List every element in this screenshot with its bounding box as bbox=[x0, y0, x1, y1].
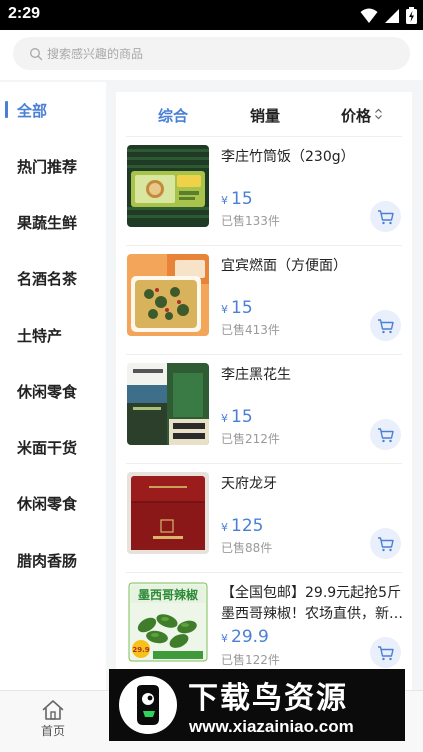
product-price: ¥125 bbox=[221, 516, 263, 536]
sidebar-item-rice-noodles[interactable]: 米面干货 bbox=[0, 419, 106, 475]
sort-tab-comprehensive[interactable]: 综合 bbox=[158, 105, 188, 126]
sidebar-item-label: 全部 bbox=[17, 101, 48, 120]
status-bar: 2:29 bbox=[0, 0, 423, 30]
price-amount: 29.9 bbox=[231, 627, 269, 647]
currency-symbol: ¥ bbox=[221, 194, 228, 207]
product-image[interactable] bbox=[127, 254, 209, 336]
product-image[interactable] bbox=[127, 145, 209, 227]
product-panel: 综合 销量 价格 李庄竹筒饭（230g） ¥ 15 已售133件 宜宾燃面（方便… bbox=[116, 92, 412, 690]
status-time: 2:29 bbox=[8, 5, 41, 22]
price-amount: 15 bbox=[231, 407, 253, 427]
sort-tab-sales[interactable]: 销量 bbox=[250, 105, 280, 126]
sidebar-item-hot[interactable]: 热门推荐 bbox=[0, 138, 106, 194]
watermark-banner: 下载鸟资源 www.xiazainiao.com bbox=[109, 669, 405, 741]
product-price: ¥15 bbox=[221, 407, 253, 427]
signal-icon bbox=[385, 8, 399, 23]
sold-count: 已售122件 bbox=[221, 653, 280, 667]
nav-home-label: 首页 bbox=[40, 724, 65, 738]
product-image-title: 墨西哥辣椒 bbox=[138, 587, 199, 602]
currency-symbol: ¥ bbox=[221, 412, 228, 425]
sidebar-item-label: 米面干货 bbox=[17, 438, 78, 457]
cart-icon bbox=[377, 318, 394, 333]
product-name[interactable]: 天府龙牙 bbox=[221, 474, 405, 495]
battery-charging-icon bbox=[406, 7, 417, 24]
sidebar-item-cured-meat[interactable]: 腊肉香肠 bbox=[0, 532, 106, 588]
product-image[interactable]: 墨西哥辣椒 29.9 bbox=[127, 581, 209, 663]
cart-icon bbox=[377, 536, 394, 551]
add-to-cart-button[interactable] bbox=[370, 201, 401, 232]
product-card[interactable]: 天府龙牙 ¥125 已售88件 bbox=[116, 464, 412, 573]
status-icons bbox=[360, 7, 417, 24]
product-name[interactable]: 宜宾燃面（方便面） bbox=[221, 256, 405, 277]
wifi-icon bbox=[360, 8, 378, 23]
sidebar-item-label: 土特产 bbox=[17, 326, 63, 345]
search-input[interactable]: 搜索感兴趣的商品 bbox=[13, 37, 410, 70]
sold-count: 已售133件 bbox=[221, 214, 280, 228]
price-amount: 125 bbox=[231, 516, 264, 536]
watermark-url: www.xiazainiao.com bbox=[189, 717, 354, 736]
product-price: ¥15 bbox=[221, 298, 253, 318]
product-card[interactable]: 李庄竹筒饭（230g） ¥15 已售133件 bbox=[116, 137, 412, 246]
sidebar-item-local-specialty[interactable]: 土特产 bbox=[0, 307, 106, 363]
sort-tab-price[interactable]: 价格 bbox=[341, 105, 371, 126]
sidebar-item-snacks[interactable]: 休闲零食 bbox=[0, 363, 106, 419]
product-image-badge: 29.9 bbox=[132, 646, 149, 654]
search-icon bbox=[30, 47, 43, 60]
product-card[interactable]: 李庄黑花生 ¥15 已售212件 bbox=[116, 355, 412, 464]
sold-count: 已售212件 bbox=[221, 432, 280, 446]
product-image[interactable] bbox=[127, 363, 209, 445]
sidebar-item-label: 热门推荐 bbox=[17, 157, 78, 176]
search-placeholder: 搜索感兴趣的商品 bbox=[47, 47, 144, 61]
price-amount: 15 bbox=[231, 189, 253, 209]
search-header: 搜索感兴趣的商品 bbox=[0, 30, 423, 80]
product-price: ¥15 bbox=[221, 189, 253, 209]
sidebar-item-label: 休闲零食 bbox=[17, 382, 78, 401]
sidebar-item-label: 休闲零食 bbox=[17, 494, 78, 513]
product-price: ¥29.9 bbox=[221, 627, 269, 647]
product-card[interactable]: 宜宾燃面（方便面） ¥15 已售413件 bbox=[116, 246, 412, 355]
home-icon bbox=[42, 700, 64, 720]
add-to-cart-button[interactable] bbox=[370, 310, 401, 341]
add-to-cart-button[interactable] bbox=[370, 528, 401, 559]
sold-count: 已售88件 bbox=[221, 541, 273, 555]
active-indicator bbox=[5, 101, 8, 118]
sidebar-item-label: 腊肉香肠 bbox=[17, 551, 78, 570]
product-name[interactable]: 李庄竹筒饭（230g） bbox=[221, 147, 405, 168]
cart-icon bbox=[377, 645, 394, 660]
currency-symbol: ¥ bbox=[221, 303, 228, 316]
cart-icon bbox=[377, 427, 394, 442]
watermark-title: 下载鸟资源 bbox=[188, 681, 348, 716]
product-name[interactable]: 【全国包邮】29.9元起抢5斤墨西哥辣椒！农场直供，新鲜采摘 bbox=[221, 583, 405, 625]
sold-count: 已售413件 bbox=[221, 323, 280, 337]
sidebar-item-label: 名酒名茶 bbox=[17, 269, 78, 288]
add-to-cart-button[interactable] bbox=[370, 419, 401, 450]
cart-icon bbox=[377, 209, 394, 224]
sidebar-item-all[interactable]: 全部 bbox=[0, 82, 106, 138]
sidebar-item-fresh-produce[interactable]: 果蔬生鲜 bbox=[0, 194, 106, 250]
sort-arrows-icon[interactable] bbox=[374, 108, 383, 120]
product-image[interactable] bbox=[127, 472, 209, 554]
currency-symbol: ¥ bbox=[221, 632, 228, 645]
sidebar-item-liquor-tea[interactable]: 名酒名茶 bbox=[0, 250, 106, 306]
sort-bar: 综合 销量 价格 bbox=[116, 92, 412, 137]
price-amount: 15 bbox=[231, 298, 253, 318]
bird-logo-icon bbox=[119, 676, 177, 734]
currency-symbol: ¥ bbox=[221, 521, 228, 534]
sidebar-item-snacks-2[interactable]: 休闲零食 bbox=[0, 475, 106, 531]
sidebar-item-label: 果蔬生鲜 bbox=[17, 213, 78, 232]
add-to-cart-button[interactable] bbox=[370, 637, 401, 668]
category-sidebar: 全部 热门推荐 果蔬生鲜 名酒名茶 土特产 休闲零食 米面干货 休闲零食 腊肉香… bbox=[0, 82, 106, 690]
nav-home[interactable]: 首页 bbox=[36, 699, 70, 739]
product-name[interactable]: 李庄黑花生 bbox=[221, 365, 405, 386]
product-card[interactable]: 墨西哥辣椒 29.9 【全国包邮】29.9元起抢5斤墨西哥辣椒！农场直供，新鲜采… bbox=[116, 573, 412, 682]
